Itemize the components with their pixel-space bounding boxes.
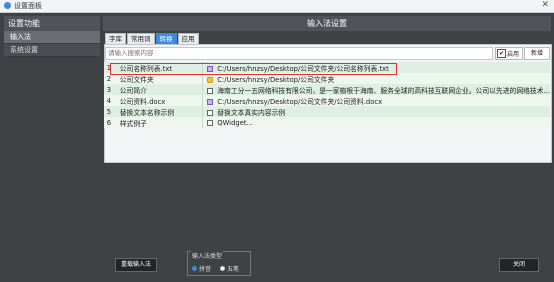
- settings-window: 设置面板 ✕ 设置功能 输入法 系统设置 输入法设置 字库 常用词 转换 应用 …: [0, 0, 554, 282]
- row-number: 3: [104, 84, 114, 95]
- enable-label: 启用: [507, 51, 520, 58]
- new-button[interactable]: 新增: [524, 47, 550, 60]
- search-input[interactable]: [106, 48, 490, 58]
- table-row[interactable]: 3 公司简介 海南工分一五网络科技有限公司，是一家植根于海南、服务全球的高科技互…: [104, 84, 550, 95]
- table-row[interactable]: 4 公司资料.docx C:/Users/hnzsy/Desktop/公司文件夹…: [104, 95, 550, 106]
- app-icon: [4, 2, 11, 9]
- table-row[interactable]: 5 替换文本名称示例 替换文本真实内容示例: [104, 106, 550, 117]
- row-value: C:/Users/hnzsy/Desktop/公司文件夹/公司资料.docx: [217, 97, 383, 106]
- tab-bar: 字库 常用词 转换 应用: [105, 33, 200, 46]
- radio-pinyin-label: 拼音: [199, 266, 212, 273]
- row-value: C:/Users/hnzsy/Desktop/公司文件夹: [217, 75, 335, 84]
- row-value: QWidget...: [217, 118, 254, 127]
- radio-wubi[interactable]: 五笔: [220, 264, 239, 273]
- folder-icon: [207, 76, 214, 83]
- row-value-cell: QWidget...: [202, 117, 550, 128]
- row-value-cell: C:/Users/hnzsy/Desktop/公司文件夹/公司资料.docx: [202, 95, 550, 106]
- row-value: 替换文本真实内容示例: [217, 108, 286, 117]
- row-number: 4: [104, 95, 114, 106]
- window-title: 设置面板: [14, 2, 42, 10]
- row-name: 样式例子: [113, 117, 204, 128]
- sidebar: 设置功能 输入法 系统设置: [4, 16, 100, 278]
- row-value-cell: 替换文本真实内容示例: [202, 106, 550, 117]
- main-panel: 输入法设置 字库 常用词 转换 应用 ✔ 启用 新增 1 公司名称列表.txt …: [103, 16, 552, 278]
- radio-wubi-label: 五笔: [227, 266, 240, 273]
- input-method-type-group: 输入法类型 拼音 五笔: [187, 251, 251, 276]
- row-name: 替换文本名称示例: [113, 106, 204, 117]
- footer-bar: 重载输入法 输入法类型 拼音 五笔 关闭: [103, 246, 551, 278]
- enable-checkbox[interactable]: ✔ 启用: [495, 47, 523, 60]
- row-value: 海南工分一五网络科技有限公司，是一家植根于海南、服务全球的高科技互联网企业。公司…: [217, 86, 550, 95]
- checkmark-icon: ✔: [497, 49, 506, 58]
- title-bar: 设置面板 ✕: [0, 0, 554, 13]
- main-header: 输入法设置: [103, 16, 551, 31]
- row-value-cell: 海南工分一五网络科技有限公司，是一家植根于海南、服务全球的高科技互联网企业。公司…: [202, 84, 550, 95]
- radio-checked-icon: [192, 266, 197, 271]
- reload-input-method-button[interactable]: 重载输入法: [115, 258, 157, 272]
- document-icon: [207, 119, 214, 126]
- document-icon: [207, 87, 214, 94]
- row-number: 5: [104, 106, 114, 117]
- sidebar-header: 设置功能: [4, 16, 100, 31]
- radio-unchecked-icon: [220, 266, 225, 271]
- table-row[interactable]: 6 样式例子 QWidget...: [104, 117, 550, 128]
- row-number: 6: [104, 117, 114, 128]
- row-name: 公司简介: [113, 84, 204, 95]
- document-icon: [207, 109, 214, 116]
- sidebar-item-input-method[interactable]: 输入法: [4, 31, 100, 44]
- txt-file-icon: [207, 98, 214, 105]
- search-box: [105, 47, 493, 60]
- row-name: 公司资料.docx: [113, 95, 204, 106]
- window-close-button[interactable]: ✕: [541, 0, 549, 10]
- selection-highlight: [110, 63, 397, 75]
- input-method-type-label: 输入法类型: [191, 251, 224, 260]
- search-row: ✔ 启用 新增: [104, 46, 550, 60]
- radio-pinyin[interactable]: 拼音: [192, 264, 211, 273]
- sidebar-item-system-settings[interactable]: 系统设置: [4, 44, 100, 57]
- close-button[interactable]: 关闭: [499, 258, 539, 272]
